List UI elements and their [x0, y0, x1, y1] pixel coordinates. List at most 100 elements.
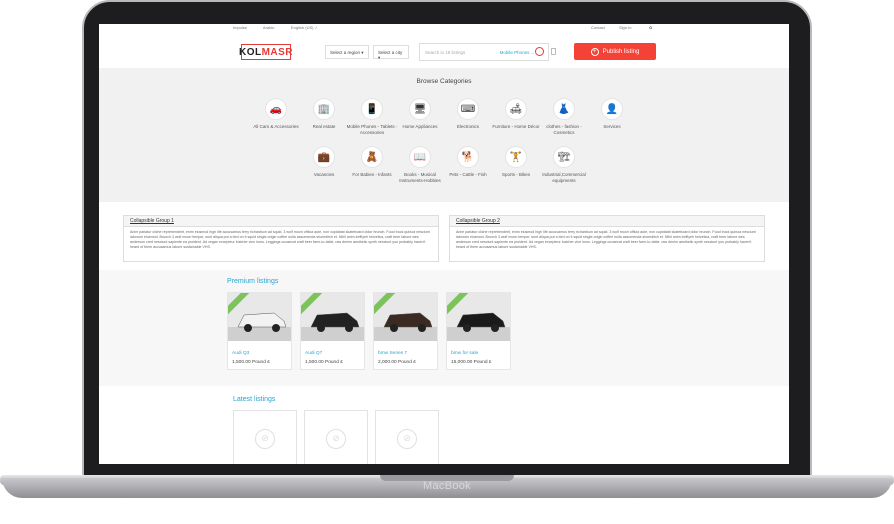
category-briefcase[interactable]: 💼 Vacancies — [297, 146, 351, 178]
premium-title: Premium listings — [227, 278, 279, 285]
latest-listing-card[interactable]: ⊘ — [304, 410, 368, 464]
category-dumbbell[interactable]: 🏋 Sports - Bikes — [489, 146, 543, 178]
listing-name[interactable]: Audi Q3 — [228, 341, 291, 356]
baby-icon: 🧸 — [361, 146, 383, 168]
topbar-item-impulse[interactable]: Impulse — [233, 25, 247, 30]
latest-listing-card[interactable]: ⊘ — [375, 410, 439, 464]
category-baby[interactable]: 🧸 For Babies - Infants — [345, 146, 399, 178]
category-building[interactable]: 🏢 Real estate — [297, 98, 351, 130]
categories-title: Browse Categories — [416, 78, 472, 85]
dumbbell-icon: 🏋 — [505, 146, 527, 168]
listing-name[interactable]: bmw for sale — [447, 341, 510, 356]
collapsible-body-1: Anim pariatur cliche reprehenderit, enim… — [130, 230, 430, 249]
category-label: Vacancies — [313, 172, 335, 177]
topbar-item-signin[interactable]: Sign In — [619, 25, 631, 30]
forklift-icon: 🏗 — [553, 146, 575, 168]
premium-listing-card[interactable]: Audi Q3 1,500.00 Pound £ — [227, 292, 292, 370]
category-sofa[interactable]: 🛋 Furniture - Home Décor — [489, 98, 543, 130]
topbar-item-contact[interactable]: Contact — [591, 25, 605, 30]
latest-title: Latest listings — [233, 396, 276, 403]
no-image-icon: ⊘ — [255, 429, 275, 449]
plus-icon: + — [590, 47, 599, 56]
collapsible-body-2: Anim pariatur cliche reprehenderit, enim… — [456, 230, 756, 249]
site-logo[interactable]: KOL MASR — [238, 44, 294, 60]
laptop-frame: MacBook Impulse Arabic English (US) ✓ Co… — [0, 0, 894, 524]
book-icon: 📖 — [409, 146, 431, 168]
category-appliance[interactable]: 🖥 Home Appliances — [393, 98, 447, 130]
laptop-brand: MacBook — [423, 480, 471, 492]
category-forklift[interactable]: 🏗 Industrial,Commercial equipments — [537, 146, 591, 184]
premium-section: Premium listings Audi Q3 1,500.00 Pound £… — [99, 270, 789, 386]
listing-price: 2,000.00 Pound £ — [378, 360, 416, 365]
listing-image[interactable] — [228, 293, 291, 341]
region-select[interactable]: Select a region ▾ — [325, 45, 369, 59]
no-image-icon: ⊘ — [326, 429, 346, 449]
listing-image[interactable] — [301, 293, 364, 341]
publish-listing-button[interactable]: + Publish listing — [574, 43, 656, 60]
listing-price: 15,000.00 Pound £ — [451, 360, 492, 365]
collapsible-header-1[interactable]: Collapsible Group 1 — [124, 216, 438, 227]
premium-listing-card[interactable]: bmw for sale 15,000.00 Pound £ — [446, 292, 511, 370]
search-placeholder: Search in 18 listings — [425, 50, 466, 55]
search-icon[interactable] — [535, 47, 544, 56]
listing-price: 1,500.00 Pound £ — [232, 360, 270, 365]
premium-listing-card[interactable]: bmw Series 7 2,000.00 Pound £ — [373, 292, 438, 370]
listing-name[interactable]: Audi Q7 — [301, 341, 364, 356]
category-dress[interactable]: 👗 clothes - fashion - Cosmetics — [537, 98, 591, 136]
listing-name[interactable]: bmw Series 7 — [374, 341, 437, 356]
category-label: Services — [603, 124, 621, 129]
collapsible-header-2[interactable]: Collapsible Group 2 — [450, 216, 764, 227]
category-label: For Babies - Infants — [352, 172, 392, 177]
category-label: Furniture - Home Décor — [492, 124, 540, 129]
category-label: Books - Musical Instruments-Hobbies — [399, 172, 441, 183]
category-dog[interactable]: 🐕 Pets - Cattle - Fish — [441, 146, 495, 178]
latest-listing-card[interactable]: ⊘ — [233, 410, 297, 464]
sofa-icon: 🛋 — [505, 98, 527, 120]
listing-image[interactable] — [447, 293, 510, 341]
top-bar: Impulse Arabic English (US) ✓ Contact Si… — [99, 24, 789, 32]
logo-text-left: KOL — [238, 46, 262, 58]
person-icon: 👤 — [601, 98, 623, 120]
collapsible-group-2: Collapsible Group 2 Anim pariatur cliche… — [449, 215, 765, 262]
car-icon: 🚗 — [265, 98, 287, 120]
appliance-icon: 🖥 — [409, 98, 431, 120]
dress-icon: 👗 — [553, 98, 575, 120]
listing-image[interactable] — [374, 293, 437, 341]
trash-icon[interactable] — [551, 48, 556, 55]
category-label: clothes - fashion - Cosmetics — [546, 124, 582, 135]
category-person[interactable]: 👤 Services — [585, 98, 639, 130]
briefcase-icon: 💼 — [313, 146, 335, 168]
phone-icon: 📱 — [361, 98, 383, 120]
city-select-label: Select a city — [378, 50, 403, 55]
topbar-item-english[interactable]: English (US) ✓ — [291, 25, 318, 30]
region-select-label: Select a region — [330, 50, 361, 55]
category-label: Sports - Bikes — [501, 172, 530, 177]
building-icon: 🏢 — [313, 98, 335, 120]
no-image-icon: ⊘ — [397, 429, 417, 449]
category-keyboard[interactable]: ⌨ Electronics — [441, 98, 495, 130]
categories-section: Browse Categories 🚗 All Cars & Accessorie… — [99, 68, 789, 202]
keyboard-icon: ⌨ — [457, 98, 479, 120]
category-label: Home Appliances — [402, 124, 438, 129]
category-label: Industrial,Commercial equipments — [542, 172, 586, 183]
category-label: Pets - Cattle - Fish — [449, 172, 487, 177]
category-label: Electronics — [456, 124, 479, 129]
category-car[interactable]: 🚗 All Cars & Accessories — [249, 98, 303, 130]
header: KOL MASR Select a region ▾ Select a city … — [99, 32, 789, 68]
city-select[interactable]: Select a city ▾ — [373, 45, 409, 60]
screen: Impulse Arabic English (US) ✓ Contact Si… — [99, 24, 789, 464]
premium-listing-card[interactable]: Audi Q7 1,500.00 Pound £ — [300, 292, 365, 370]
category-label: Real estate — [312, 124, 336, 129]
listing-price: 1,500.00 Pound £ — [305, 360, 343, 365]
search-input[interactable]: Search in 18 listings Mobile Phones ... — [419, 43, 549, 61]
category-book[interactable]: 📖 Books - Musical Instruments-Hobbies — [393, 146, 447, 184]
category-phone[interactable]: 📱 Mobile Phones - Tablets - Accessories — [345, 98, 399, 136]
category-label: All Cars & Accessories — [253, 124, 299, 129]
dog-icon: 🐕 — [457, 146, 479, 168]
publish-listing-label: Publish listing — [602, 48, 640, 55]
category-label: Mobile Phones - Tablets - Accessories — [346, 124, 398, 135]
collapsible-group-1: Collapsible Group 1 Anim pariatur cliche… — [123, 215, 439, 262]
topbar-item-arabic[interactable]: Arabic — [263, 25, 274, 30]
logo-text-right: MASR — [261, 46, 294, 58]
topbar-settings-icon[interactable]: ✿ — [649, 25, 652, 30]
